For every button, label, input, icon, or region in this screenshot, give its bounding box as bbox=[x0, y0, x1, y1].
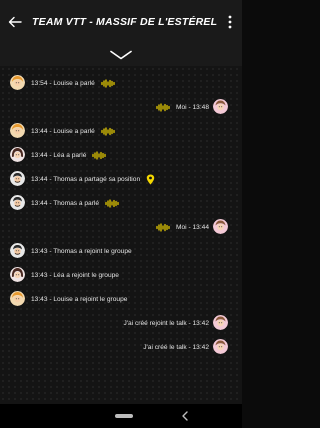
back-arrow-icon[interactable] bbox=[4, 11, 26, 33]
avatar-louise bbox=[10, 291, 25, 306]
collapse-chevron-icon[interactable] bbox=[0, 44, 242, 66]
audio-wave-icon[interactable] bbox=[156, 102, 170, 112]
avatar-thomas bbox=[10, 243, 25, 258]
list-item: 13:44 - Thomas a parlé bbox=[0, 192, 242, 214]
system-nav-bar bbox=[0, 404, 242, 428]
avatar-louise bbox=[10, 123, 25, 138]
list-item: 13:54 - Louise a parlé bbox=[0, 72, 242, 94]
avatar-lea bbox=[10, 147, 25, 162]
avatar-louise bbox=[10, 75, 25, 90]
avatar-thomas bbox=[10, 171, 25, 186]
more-menu-icon[interactable] bbox=[224, 11, 236, 33]
avatar-lea bbox=[10, 267, 25, 282]
avatar-self bbox=[213, 219, 228, 234]
list-item: Moi - 13:44 bbox=[0, 216, 242, 238]
list-item: 13:43 - Louise a rejoint le groupe bbox=[0, 288, 242, 310]
audio-wave-icon[interactable] bbox=[105, 198, 119, 208]
avatar-thomas bbox=[10, 195, 25, 210]
home-pill-button[interactable] bbox=[115, 414, 133, 418]
list-item: 13:44 - Léa a parlé bbox=[0, 144, 242, 166]
avatar-self bbox=[213, 339, 228, 354]
list-item: 13:44 - Thomas a partagé sa position bbox=[0, 168, 242, 190]
list-item: Moi - 13:48 bbox=[0, 96, 242, 118]
activity-feed[interactable]: 13:54 - Louise a parlé Moi - 13:48 13:44… bbox=[0, 66, 242, 404]
location-pin-icon[interactable] bbox=[146, 174, 155, 185]
page-title: TEAM VTT - MASSIF DE L'ESTÉREL bbox=[32, 16, 218, 28]
list-item: J'ai créé rejoint le talk - 13:42 bbox=[0, 312, 242, 334]
audio-wave-icon[interactable] bbox=[101, 126, 115, 136]
avatar-self bbox=[213, 99, 228, 114]
list-item: 13:44 - Louise a parlé bbox=[0, 120, 242, 142]
avatar-self bbox=[213, 315, 228, 330]
nav-back-icon[interactable] bbox=[180, 410, 190, 422]
audio-wave-icon[interactable] bbox=[92, 150, 106, 160]
list-item: 13:43 - Léa a rejoint le groupe bbox=[0, 264, 242, 286]
app-header: TEAM VTT - MASSIF DE L'ESTÉREL bbox=[0, 0, 242, 44]
audio-wave-icon[interactable] bbox=[101, 78, 115, 88]
list-item: J'ai créé le talk - 13:42 bbox=[0, 336, 242, 358]
list-item: 13:43 - Thomas a rejoint le groupe bbox=[0, 240, 242, 262]
audio-wave-icon[interactable] bbox=[156, 222, 170, 232]
